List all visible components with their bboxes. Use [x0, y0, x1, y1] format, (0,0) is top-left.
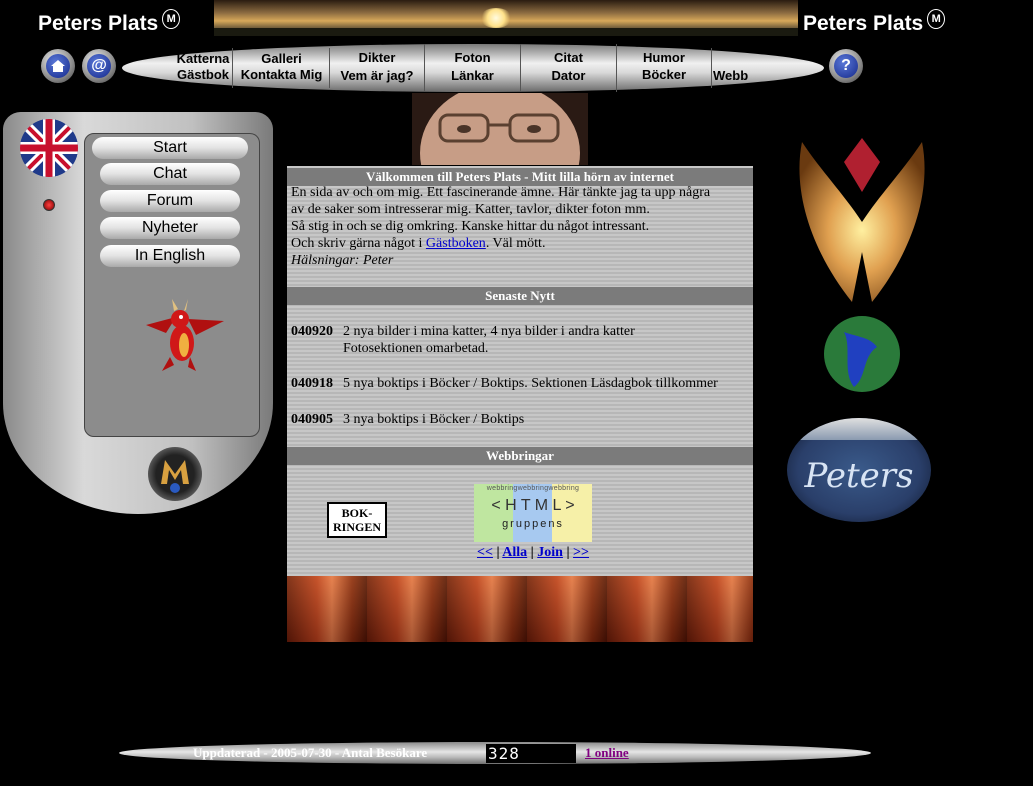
news-header: Senaste Nytt	[287, 287, 753, 305]
visitor-counter: 328	[486, 744, 576, 763]
news-item: 040918 5 nya boktips i Böcker / Boktips. …	[291, 375, 718, 392]
logo-mark-icon: M	[162, 9, 181, 29]
webring-all-link[interactable]: Alla	[502, 545, 527, 560]
welcome-text: En sida av och om mig. Ett fascinerande …	[291, 184, 710, 269]
footer-bar: Uppdaterad - 2005-07-30 - Antal Besökare…	[119, 742, 871, 764]
nav-dator[interactable]: Dator	[521, 68, 616, 84]
peters-signature-text: Peters	[804, 456, 914, 496]
welcome-line: Och skriv gärna något i Gästboken. Väl m…	[291, 235, 710, 252]
welcome-line-text: . Väl mött.	[485, 236, 546, 251]
nav-citat[interactable]: Citat	[521, 50, 616, 66]
help-icon: ?	[834, 54, 858, 78]
html-webring-border-text: webbringwebbringwebbring	[486, 485, 580, 492]
news-item: 040905 3 nya boktips i Böcker / Boktips	[291, 411, 524, 428]
site-logo-text: Peters Plats	[803, 12, 924, 35]
nav-galleri[interactable]: Galleri	[234, 51, 329, 67]
main-content: Välkommen till Peters Plats - Mitt lilla…	[287, 166, 753, 642]
html-webring-subtitle: gruppens	[502, 518, 564, 530]
nav-dikter[interactable]: Dikter	[330, 50, 424, 66]
news-date: 040918	[291, 376, 333, 391]
footer-updated-text: Uppdaterad - 2005-07-30 - Antal Besökare	[193, 745, 428, 760]
html-webring-title: < H T M L >	[491, 497, 575, 514]
welcome-line: Så stig in och se dig omkring. Kanske hi…	[291, 219, 650, 234]
home-icon	[46, 54, 70, 78]
news-text: 2 nya bilder i mina katter, 4 nya bilder…	[343, 324, 635, 339]
site-logo-right: Peters Plats M	[803, 9, 946, 36]
html-webring-badge[interactable]: webbringwebbringwebbring < H T M L > gru…	[474, 484, 592, 542]
webrings-header: Webbringar	[287, 447, 753, 465]
english-flag-icon[interactable]	[20, 119, 78, 177]
nav-webb[interactable]: Webb	[713, 68, 753, 84]
nav-kontakta-mig[interactable]: Kontakta Mig	[234, 67, 329, 83]
news-item: 040920 2 nya bilder i mina katter, 4 nya …	[291, 323, 635, 357]
sidebar-item-start[interactable]: Start	[92, 137, 248, 159]
home-button[interactable]	[41, 49, 75, 83]
sunset-banner	[214, 0, 798, 36]
main-navbar: Katterna Galleri Dikter Foton Citat Humo…	[122, 44, 824, 92]
webring-join-link[interactable]: Join	[537, 545, 563, 560]
nav-foton[interactable]: Foton	[425, 50, 520, 66]
news-date: 040905	[291, 412, 333, 427]
email-icon: @	[87, 54, 111, 78]
status-led-icon	[43, 199, 55, 211]
nav-humor[interactable]: Humor	[617, 50, 711, 66]
help-icon-glyph: ?	[841, 57, 851, 74]
guestbook-link[interactable]: Gästboken	[426, 236, 486, 251]
sidebar-item-chat[interactable]: Chat	[100, 163, 240, 185]
news-text: 3 nya boktips i Böcker / Boktips	[343, 412, 525, 427]
sun-image	[480, 8, 512, 28]
m-badge-icon[interactable]	[148, 447, 202, 501]
webring-next-link[interactable]: >>	[573, 545, 589, 560]
nav-vem-ar-jag[interactable]: Vem är jag?	[330, 68, 424, 84]
bokringen-badge[interactable]: BOK- RINGEN	[327, 502, 387, 538]
welcome-line: En sida av och om mig. Ett fascinerande …	[291, 185, 711, 200]
nav-lankar[interactable]: Länkar	[425, 68, 520, 84]
news-date: 040920	[291, 324, 333, 339]
phoenix-globe-icon	[782, 132, 942, 402]
dragon-icon	[126, 295, 226, 375]
fire-banner-image	[287, 576, 753, 642]
logo-mark-icon: M	[927, 9, 946, 29]
email-icon-glyph: @	[91, 57, 107, 74]
news-text: 5 nya boktips i Böcker / Boktips. Sektio…	[343, 376, 718, 391]
welcome-line-text: Och skriv gärna något i	[291, 236, 426, 251]
treeline-image	[214, 28, 798, 36]
sidebar-item-forum[interactable]: Forum	[100, 190, 240, 212]
help-button[interactable]: ?	[829, 49, 863, 83]
nav-katterna[interactable]: Katterna	[174, 51, 232, 67]
welcome-line: av de saker som intresserar mig. Katter,…	[291, 202, 650, 217]
webring-links: << | Alla | Join | >>	[476, 545, 589, 560]
email-button[interactable]: @	[82, 49, 116, 83]
nav-bocker[interactable]: Böcker	[617, 67, 711, 83]
news-text: Fotosektionen omarbetad.	[343, 341, 489, 356]
site-logo-left: Peters Plats M	[38, 9, 181, 36]
sidebar-item-nyheter[interactable]: Nyheter	[100, 217, 240, 239]
portrait-image	[412, 93, 588, 165]
webring-prev-link[interactable]: <<	[477, 545, 493, 560]
site-logo-text: Peters Plats	[38, 12, 159, 35]
welcome-signature: Hälsningar: Peter	[291, 253, 394, 268]
nav-gastbok[interactable]: Gästbok	[174, 67, 232, 83]
sidebar-item-in-english[interactable]: In English	[100, 245, 240, 267]
peters-signature-logo: Peters	[787, 418, 931, 522]
online-users-link[interactable]: 1 online	[585, 745, 629, 761]
